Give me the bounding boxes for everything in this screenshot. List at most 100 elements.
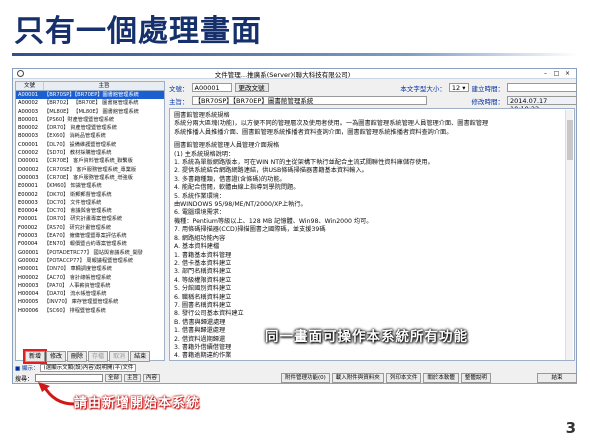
row-subject: 【POTACCP77】 周報議程暨管理系統	[44, 257, 134, 264]
table-row[interactable]: H00001 【DN70】 車輛調度管理系統	[16, 265, 164, 273]
window-controls: – □ ×	[541, 70, 572, 78]
table-row[interactable]: H00005 【INV70】 庫存管理暨管理系統	[16, 298, 164, 306]
table-row[interactable]: F00004 【EN70】 報價暨合約專案管理系統	[16, 240, 164, 248]
scrollbar-thumb[interactable]	[567, 120, 573, 160]
save-button[interactable]: 存檔	[88, 350, 109, 362]
document-line: 4. 能配合借閱，軟體由線上指導到學院問題。	[174, 184, 300, 192]
row-subject: 【SC60】 排程暨管理系統	[44, 307, 106, 314]
search-all-button[interactable]: 全部	[105, 374, 123, 382]
display-label: ■ 顯示：	[15, 365, 39, 372]
table-row[interactable]: C00001 【DL70】 設備維護暨管理系統	[16, 141, 164, 149]
table-row[interactable]: H00004 【DA70】 流水帳管理系統	[16, 290, 164, 298]
row-code: D00001	[18, 158, 39, 165]
row-code: F00002	[18, 224, 38, 231]
row-subject: 【CR70E】 客戶資料管理系統_聯繫版	[44, 158, 133, 165]
grid-header-code[interactable]: 文號	[16, 82, 44, 90]
document-line: 系統分兩大區塊(功能)，以方便不同的管理層次及使用者使用。一為圖書館管理系統管理…	[174, 120, 489, 128]
load-attachment-button[interactable]: 載入附件與資料夾	[331, 372, 384, 383]
exit-button[interactable]: 結束	[130, 350, 151, 362]
table-row[interactable]: E00003 【DC70】 文件管理系統	[16, 199, 164, 207]
row-code: F00003	[18, 233, 38, 240]
grid-header-subject[interactable]: 主旨	[44, 82, 164, 90]
row-subject: 【BR702】 【BR70E】 圖書館管理系統	[44, 100, 139, 107]
document-line: 4. 等級權限資料建立	[174, 276, 232, 284]
header-row-2: 主旨： 【BR70SP】【BR70EP】圖書館管理系統 修改時間： 2014.0…	[169, 95, 577, 113]
minimize-icon[interactable]: –	[541, 70, 550, 78]
document-scrollbar[interactable]	[565, 110, 573, 360]
table-row[interactable]: B00001 【PS60】財產管理暨管理系統	[16, 116, 164, 124]
row-code: B00002	[18, 125, 39, 132]
row-subject: 【RS70】 研究計畫管理系統	[44, 224, 112, 231]
search-content-button[interactable]: 內容	[143, 374, 161, 382]
table-row[interactable]: C00002 【SD70】 教材採購管理系統	[16, 149, 164, 157]
font-size-value: 12	[451, 84, 461, 92]
start-hint: 請由新增開始本系統	[74, 396, 201, 411]
table-row[interactable]: F00002 【RS70】 研究計畫管理系統	[16, 224, 164, 232]
row-code: D00003	[18, 174, 39, 181]
help-button[interactable]: 整體說明	[460, 372, 491, 383]
table-row[interactable]: A00002 【BR702】 【BR70E】 圖書館管理系統	[16, 99, 164, 107]
record-buttons: 新增 修改 刪除 存檔 取消 結束	[15, 348, 165, 364]
table-row[interactable]: B00003 【EX60】 消耗品管理系統	[16, 132, 164, 140]
bottom-toolbar: 附件管理功能(0) 載入附件與資料夾 列印本文件 關於本軟體 整體說明 結束	[281, 372, 577, 383]
row-code: E00003	[18, 199, 38, 206]
search-subject-button[interactable]: 主旨	[124, 374, 142, 382]
title-rule	[12, 53, 578, 56]
close-icon[interactable]: ×	[563, 70, 572, 78]
table-row[interactable]: D00001 【CR70E】 客戶資料管理系統_聯繫版	[16, 157, 164, 165]
table-row[interactable]: G00001 【POTADETRC77】 國站與會議系統_開發	[16, 249, 164, 257]
table-row[interactable]: H00006 【SC60】 排程暨管理系統	[16, 307, 164, 315]
document-line: 2. 借卡基本資料建立	[174, 259, 232, 267]
document-line: 系統推播人員推播介面、圖書館管理系統推播者資料查詢介面，圖書館管理系統推播者資料…	[174, 128, 453, 136]
row-code: B00001	[18, 116, 39, 123]
table-row[interactable]: E00002 【DK70】 衛郵郵督管理系統	[16, 191, 164, 199]
document-line: 5. 分館國別資料建立	[174, 285, 232, 293]
row-subject: 【POTADETRC77】 國站與會議系統_開發	[44, 249, 143, 256]
document-line: (1) 主系統規格說明：	[174, 150, 235, 158]
table-row[interactable]: H00002 【AC70】 會計總帳管理系統	[16, 274, 164, 282]
display-select[interactable]: (選顯示文類(設)內容)說明開(平)文件	[40, 363, 137, 372]
print-button[interactable]: 列印本文件	[385, 372, 422, 383]
cancel-button[interactable]: 取消	[109, 350, 130, 362]
row-subject: 【AC70】 會計總帳管理系統	[44, 274, 112, 281]
row-subject: 【PS60】財產管理暨管理系統	[44, 116, 115, 123]
table-row[interactable]: D00003 【CR70E】 客戶服務管理系統_增強版	[16, 174, 164, 182]
document-line: 由WINDOWS 95/98/ME/NT/2000/XP上執行。	[174, 201, 307, 209]
row-code: A00003	[18, 108, 39, 115]
new-button[interactable]: 新增	[22, 348, 48, 364]
table-row[interactable]: H00003 【PA70】 人事薪資管理系統	[16, 282, 164, 290]
table-row[interactable]: A00001 【BR70SP】【BR70EP】圖書館管理系統	[16, 91, 164, 100]
table-row[interactable]: G00002 【POTACCP77】 周報議程暨管理系統	[16, 257, 164, 265]
maximize-icon[interactable]: □	[552, 70, 561, 78]
document-line: 3. 書籍外借續借管理	[174, 343, 232, 351]
table-row[interactable]: E00004 【DC70】 會議與會管理系統	[16, 207, 164, 215]
table-row[interactable]: F00001 【DR70】 研究計畫專案管理系統	[16, 215, 164, 223]
row-subject: 【SD70】 教材採購管理系統	[44, 150, 112, 157]
row-code: A00001	[18, 92, 39, 98]
subject-label: 主旨：	[169, 97, 189, 106]
delete-button[interactable]: 刪除	[67, 350, 88, 362]
attachment-button[interactable]: 附件管理功能(0)	[281, 372, 330, 383]
document-line: 5. 系統作業環境：	[174, 192, 226, 200]
font-size-select[interactable]: 12 ▾	[448, 83, 469, 92]
doc-no-field[interactable]: A00001	[191, 83, 232, 92]
document-line: 6. 電腦環境需求：	[174, 209, 226, 217]
row-code: F00001	[18, 216, 38, 223]
table-row[interactable]: B00002 【DR70】 資產管理暨管理系統	[16, 124, 164, 132]
edit-button[interactable]: 修改	[46, 350, 67, 362]
row-subject: 【EX60】 消耗品管理系統	[44, 133, 106, 140]
row-code: G00002	[18, 257, 39, 264]
modified-field[interactable]: 2014.07.17 10:10:22	[507, 96, 577, 113]
table-row[interactable]: A00003 【ML80E】 【ML80E】 圖書館管理系統	[16, 108, 164, 116]
document-body[interactable]: 圖書館管理系統規格 系統分兩大區塊(功能)，以方便不同的管理層次及使用者使用。一為…	[169, 108, 575, 361]
slide-title: 只有一個處理畫面	[14, 14, 262, 49]
created-field[interactable]	[507, 83, 577, 92]
about-button[interactable]: 關於本軟體	[423, 372, 459, 383]
table-row[interactable]: F00003 【EA70】 僱傭管理暨專案評估系統	[16, 232, 164, 240]
subject-field[interactable]: 【BR70SP】【BR70EP】圖書館管理系統	[191, 96, 427, 105]
close-button[interactable]: 結束	[537, 372, 577, 383]
row-subject: 【DR70】 研究計畫專案管理系統	[44, 216, 123, 223]
change-doc-no-button[interactable]: 更改文號	[234, 83, 269, 92]
table-row[interactable]: E00001 【KM60】 知識管理系統	[16, 182, 164, 190]
table-row[interactable]: D00002 【CR70SE】 客戶服務管理系統_專業版	[16, 166, 164, 174]
